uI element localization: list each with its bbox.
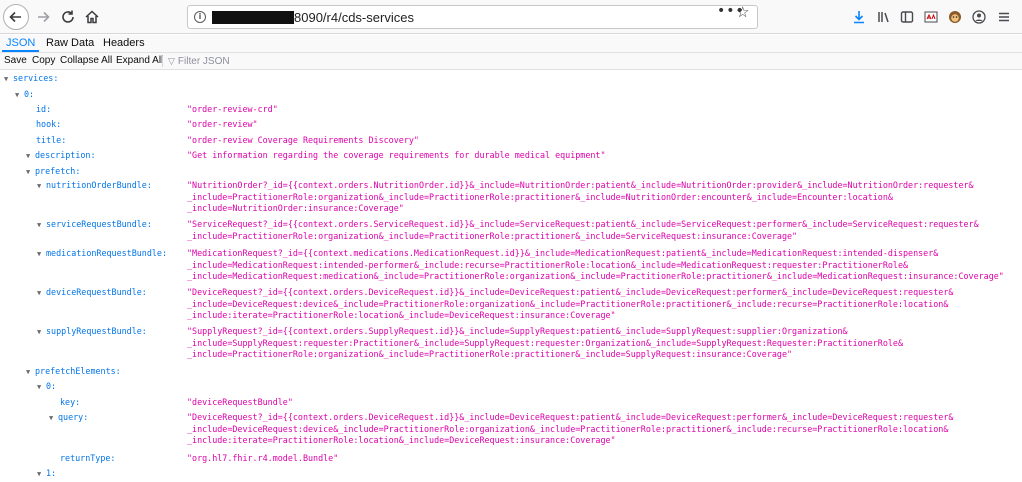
info-icon[interactable]: i (194, 11, 206, 23)
tree-value: "DeviceRequest?_id={{context.orders.Devi… (187, 287, 954, 321)
toolbar-divider (162, 56, 163, 67)
home-icon (85, 10, 99, 24)
tree-value: "Get information regarding the coverage … (187, 150, 606, 160)
forward-button[interactable] (30, 4, 56, 30)
reload-button[interactable] (55, 4, 81, 30)
viewer-actions-bar: Save Copy Collapse All Expand All ▽ Filte… (0, 53, 1022, 70)
collapse-triangle-icon[interactable]: ▼ (26, 152, 35, 160)
collapse-triangle-icon[interactable]: ▼ (37, 289, 46, 297)
tree-value: "order-review Coverage Requirements Disc… (187, 135, 419, 145)
tree-key: prefetchElements: (35, 366, 121, 376)
monkey-extension-icon[interactable] (946, 8, 964, 26)
filter-icon: ▽ (168, 56, 175, 66)
tree-value: "NutritionOrder?_id={{context.orders.Nut… (187, 180, 974, 214)
menu-icon[interactable] (995, 8, 1013, 26)
arrow-left-icon (9, 11, 21, 23)
redacted-host (212, 11, 294, 24)
tree-key: query: (58, 412, 89, 422)
bookmark-star-icon[interactable]: ☆ (736, 3, 749, 21)
tree-key: supplyRequestBundle: (46, 326, 147, 336)
tree-key: 1: (46, 468, 57, 478)
tree-value: "MedicationRequest?_id={{context.medicat… (187, 248, 1004, 282)
collapse-triangle-icon[interactable]: ▼ (37, 221, 46, 229)
home-button[interactable] (79, 4, 105, 30)
tree-key: medicationRequestBundle: (46, 248, 168, 258)
sidebar-icon[interactable] (898, 8, 916, 26)
filter-placeholder: Filter JSON (177, 56, 230, 67)
save-button[interactable]: Save (1, 54, 30, 69)
collapse-triangle-icon[interactable]: ▼ (37, 383, 46, 391)
json-tree: ▼ services: ▼ 0: id: "order-review-crd" ho… (0, 70, 1022, 482)
collapse-triangle-icon[interactable]: ▼ (37, 470, 46, 478)
tree-key: returnType: (60, 453, 116, 463)
tree-value: "org.hl7.fhir.r4.model.Bundle" (187, 453, 339, 463)
arrow-right-icon (38, 11, 50, 23)
tree-key: description: (35, 150, 96, 160)
copy-button[interactable]: Copy (29, 54, 58, 69)
tab-headers[interactable]: Headers (99, 35, 149, 52)
tree-value: "order-review" (187, 119, 258, 129)
collapse-triangle-icon[interactable]: ▼ (37, 182, 46, 190)
collapse-triangle-icon[interactable]: ▼ (26, 368, 35, 376)
tree-key: key: (60, 397, 81, 407)
url-bar[interactable]: i 8090/r4/cds-services (187, 5, 758, 29)
collapse-triangle-icon[interactable]: ▼ (37, 250, 46, 258)
extension-icon[interactable] (922, 8, 940, 26)
tree-value: "ServiceRequest?_id={{context.orders.Ser… (187, 219, 979, 241)
download-icon[interactable] (850, 8, 868, 26)
collapse-triangle-icon[interactable]: ▼ (15, 91, 24, 99)
tree-key: services: (13, 73, 59, 83)
tree-key: serviceRequestBundle: (46, 219, 152, 229)
reload-icon (62, 10, 74, 23)
tree-key: deviceRequestBundle: (46, 287, 147, 297)
filter-json-input[interactable]: ▽ Filter JSON (168, 54, 230, 69)
back-button[interactable] (3, 4, 29, 30)
tree-value: "order-review-crd" (187, 104, 278, 114)
collapse-triangle-icon[interactable]: ▼ (37, 328, 46, 336)
tab-raw-data[interactable]: Raw Data (42, 35, 98, 52)
tree-key: prefetch: (35, 166, 81, 176)
tree-key: title: (36, 135, 67, 145)
collapse-all-button[interactable]: Collapse All (57, 54, 115, 69)
url-text: 8090/r4/cds-services (294, 10, 414, 25)
account-icon[interactable] (970, 8, 988, 26)
browser-toolbar: i 8090/r4/cds-services ••• ☆ (0, 0, 1022, 34)
tab-json[interactable]: JSON (2, 35, 40, 52)
tree-key: id: (36, 104, 52, 114)
tree-value: "deviceRequestBundle" (187, 397, 293, 407)
tree-value: "DeviceRequest?_id={{context.orders.Devi… (187, 412, 954, 446)
tree-key: hook: (36, 119, 62, 129)
tree-key: 0: (46, 381, 57, 391)
expand-all-button[interactable]: Expand All (113, 54, 166, 69)
library-icon[interactable] (875, 8, 893, 26)
tree-value: "SupplyRequest?_id={{context.orders.Supp… (187, 326, 903, 360)
collapse-triangle-icon[interactable]: ▼ (4, 75, 13, 83)
collapse-triangle-icon[interactable]: ▼ (26, 168, 35, 176)
tree-key: nutritionOrderBundle: (46, 180, 152, 190)
viewer-tab-bar: JSON Raw Data Headers (0, 35, 1022, 53)
tree-key: 0: (24, 89, 35, 99)
collapse-triangle-icon[interactable]: ▼ (49, 414, 58, 422)
